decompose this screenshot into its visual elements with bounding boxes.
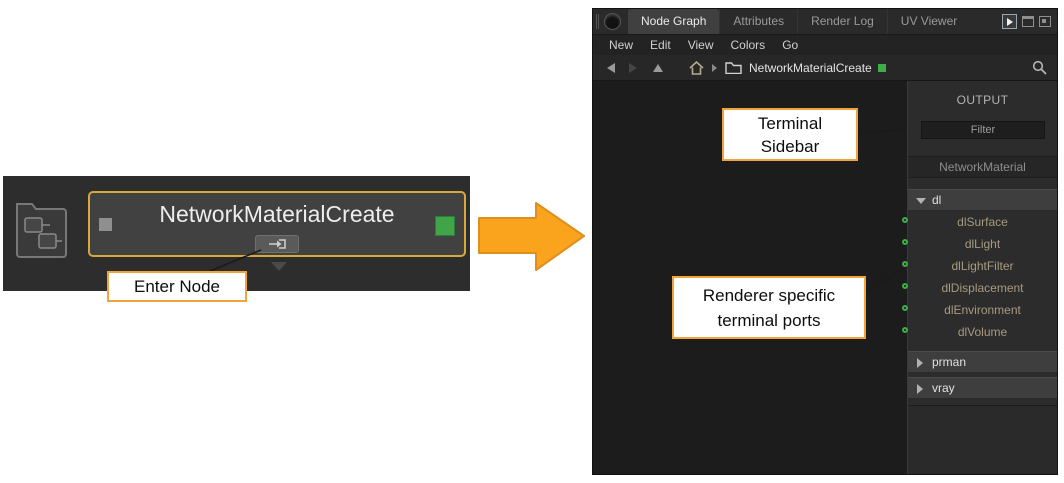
- callout-text: Renderer specific: [703, 283, 835, 308]
- breadcrumb-location: NetworkMaterialCreate: [749, 61, 872, 75]
- port-label: dlDisplacement: [941, 281, 1023, 295]
- port-label: dlVolume: [958, 325, 1007, 339]
- callout-enter-node: Enter Node: [107, 271, 247, 302]
- chevron-separator-icon: [712, 64, 717, 72]
- search-button[interactable]: [1032, 60, 1047, 75]
- menu-bar: New Edit View Colors Go: [593, 35, 1057, 55]
- node-output-chevron-icon: [271, 262, 287, 271]
- group-label: vray: [932, 381, 955, 395]
- drag-handle-icon[interactable]: [596, 14, 599, 29]
- tab-node-graph[interactable]: Node Graph: [628, 9, 719, 34]
- port-dot-icon[interactable]: [902, 217, 908, 223]
- tab-uv-viewer[interactable]: UV Viewer: [887, 9, 970, 34]
- tab-label: Node Graph: [641, 14, 706, 28]
- terminal-port[interactable]: dlEnvironment: [908, 299, 1057, 321]
- enter-node-icon: [268, 239, 286, 249]
- terminal-port[interactable]: dlLightFilter: [908, 255, 1057, 277]
- tab-attributes[interactable]: Attributes: [719, 9, 797, 34]
- maximize-pane-icon[interactable]: [1022, 16, 1034, 27]
- menu-new[interactable]: New: [609, 38, 633, 52]
- network-material-create-node[interactable]: NetworkMaterialCreate: [88, 191, 466, 257]
- port-label: dlSurface: [957, 215, 1008, 229]
- forward-icon[interactable]: [629, 63, 637, 73]
- pane-menu-icon[interactable]: [604, 13, 621, 30]
- callout-text: Enter Node: [134, 277, 220, 297]
- port-dot-icon[interactable]: [902, 239, 908, 245]
- up-icon[interactable]: [653, 64, 663, 72]
- port-label: dlEnvironment: [944, 303, 1021, 317]
- port-label: dlLightFilter: [951, 259, 1013, 273]
- filter-button[interactable]: Filter: [921, 121, 1045, 139]
- katana-node-graph-panel: Node Graph Attributes Render Log UV View…: [592, 8, 1058, 475]
- port-dot-icon[interactable]: [902, 305, 908, 311]
- sidebar-title: OUTPUT: [908, 93, 1057, 107]
- callout-text: Terminal: [758, 112, 822, 135]
- home-icon: [689, 61, 704, 75]
- expand-triangle-icon: [917, 358, 923, 368]
- group-label: prman: [932, 355, 966, 369]
- collapse-triangle-icon: [916, 198, 926, 204]
- back-icon[interactable]: [607, 63, 615, 73]
- menu-go[interactable]: Go: [782, 38, 798, 52]
- right-arrow-icon: [1007, 18, 1013, 26]
- terminal-port[interactable]: dlLight: [908, 233, 1057, 255]
- view-flag-indicator[interactable]: [435, 216, 455, 236]
- group-node-icon: [12, 192, 70, 262]
- breadcrumb[interactable]: NetworkMaterialCreate: [725, 61, 886, 75]
- split-pane-icon[interactable]: [1039, 16, 1051, 27]
- home-button[interactable]: [689, 61, 704, 75]
- node-title: NetworkMaterialCreate: [90, 201, 464, 228]
- folder-icon: [725, 61, 742, 74]
- terminal-port[interactable]: dlDisplacement: [908, 277, 1057, 299]
- group-header-vray[interactable]: vray: [908, 377, 1057, 399]
- terminal-sidebar: OUTPUT Filter NetworkMaterial dl dlSurfa…: [907, 81, 1057, 474]
- callout-text: Sidebar: [761, 135, 820, 158]
- enter-node-button[interactable]: [255, 235, 299, 253]
- transition-arrow-icon: [479, 203, 584, 270]
- search-icon: [1032, 60, 1047, 75]
- port-dot-icon[interactable]: [902, 327, 908, 333]
- terminal-port[interactable]: dlVolume: [908, 321, 1057, 343]
- menu-view[interactable]: View: [688, 38, 714, 52]
- callout-renderer-ports: Renderer specific terminal ports: [672, 276, 866, 339]
- tab-bar: Node Graph Attributes Render Log UV View…: [593, 9, 1057, 35]
- group-label: dl: [932, 193, 941, 207]
- material-name-label: NetworkMaterial: [908, 156, 1057, 178]
- terminal-port[interactable]: dlSurface: [908, 211, 1057, 233]
- terminal-port-list: dlSurface dlLight dlLightFilter dlDispla…: [908, 211, 1057, 343]
- breadcrumb-toolbar: NetworkMaterialCreate: [593, 55, 1057, 81]
- callout-terminal-sidebar: Terminal Sidebar: [722, 108, 858, 161]
- menu-edit[interactable]: Edit: [650, 38, 671, 52]
- tab-label: Attributes: [733, 14, 784, 28]
- port-dot-icon[interactable]: [902, 283, 908, 289]
- group-header-dl[interactable]: dl: [908, 189, 1057, 211]
- menu-colors[interactable]: Colors: [731, 38, 766, 52]
- page: NetworkMaterialCreate Enter Node Termina…: [0, 0, 1064, 483]
- port-label: dlLight: [965, 237, 1000, 251]
- tab-label: UV Viewer: [901, 14, 957, 28]
- tab-render-log[interactable]: Render Log: [797, 9, 887, 34]
- sidebar-empty-area: [908, 405, 1057, 474]
- expand-triangle-icon: [917, 384, 923, 394]
- tab-label: Render Log: [811, 14, 874, 28]
- callout-text: terminal ports: [718, 308, 821, 333]
- pane-controls: [1002, 9, 1057, 34]
- group-header-prman[interactable]: prman: [908, 351, 1057, 373]
- tab-overflow-icon[interactable]: [1002, 14, 1017, 29]
- view-node-indicator: [878, 64, 886, 72]
- port-dot-icon[interactable]: [902, 261, 908, 267]
